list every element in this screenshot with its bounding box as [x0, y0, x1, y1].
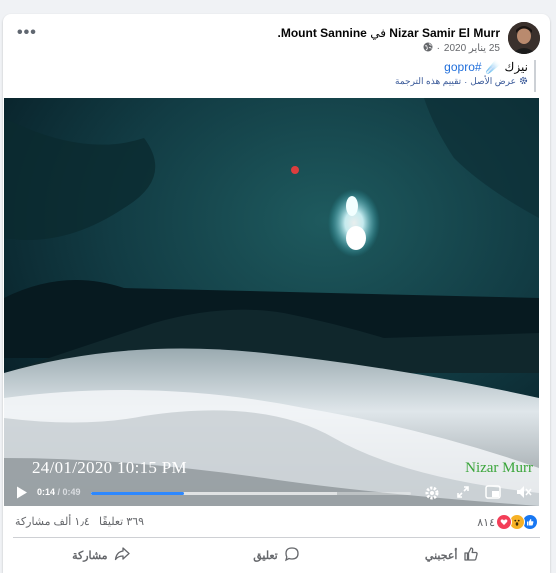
rate-translation-link[interactable]: تقييم هذه الترجمة	[395, 76, 461, 87]
comment-bubble-icon	[284, 546, 300, 565]
post-card: Nizar Samir El Murr في Mount Sannine. 25…	[3, 14, 550, 573]
hashtag-link[interactable]: #gopro	[444, 60, 481, 74]
video-player[interactable]: 24/01/2020 10:15 PM Nizar Murr 0:14 / 0:…	[4, 98, 539, 506]
post-title: Nizar Samir El Murr في Mount Sannine.	[278, 26, 500, 40]
like-label: أعجبني	[424, 549, 458, 562]
globe-icon	[423, 42, 433, 55]
love-reaction-icon	[496, 514, 512, 530]
comment-label: تعليق	[253, 549, 278, 562]
comment-button[interactable]: تعليق	[189, 540, 365, 570]
see-original-link[interactable]: عرض الأصل	[470, 76, 516, 87]
time-display: 0:14 / 0:49	[37, 487, 81, 497]
like-button[interactable]: أعجبني	[364, 540, 540, 570]
video-controls: 0:14 / 0:49	[4, 480, 539, 506]
timestamp-overlay: 24/01/2020 10:15 PM	[32, 458, 187, 477]
share-arrow-icon	[114, 546, 130, 565]
share-button[interactable]: مشاركة	[13, 540, 189, 570]
translation-row: عرض الأصل · تقييم هذه الترجمة	[395, 76, 528, 87]
video-frame	[4, 98, 539, 506]
separator: ·	[436, 43, 440, 54]
thumbs-up-icon	[463, 546, 479, 565]
post-actions: أعجبني تعليق مشاركة	[13, 540, 540, 570]
more-options-button[interactable]: •••	[17, 25, 37, 44]
engagement-stats: ٨١٤ ٣٦٩ تعليقًا ١٫٤ ألف مشاركة	[3, 510, 550, 534]
separator: ·	[464, 76, 468, 87]
shares-count[interactable]: ١٫٤ ألف مشاركة	[15, 516, 90, 528]
duration: 0:49	[62, 487, 81, 497]
progress-fill	[91, 492, 184, 495]
play-icon[interactable]	[16, 486, 28, 504]
progress-bar[interactable]	[91, 492, 411, 495]
volume-muted-icon[interactable]	[516, 485, 532, 504]
comet-icon: ☄️	[485, 60, 501, 74]
quote-bar	[534, 60, 536, 92]
picture-in-picture-icon[interactable]	[485, 485, 501, 504]
post-date[interactable]: 25 يناير 2020	[444, 43, 500, 54]
post-body: نيزك	[504, 60, 528, 74]
expand-icon[interactable]	[456, 485, 470, 504]
time-separator: /	[55, 487, 63, 497]
location-link[interactable]: Mount Sannine.	[278, 26, 367, 40]
watermark: Nizar Murr	[465, 460, 533, 476]
comments-count[interactable]: ٣٦٩ تعليقًا	[99, 516, 144, 528]
reaction-count: ٨١٤	[477, 516, 495, 529]
post-meta: 25 يناير 2020 ·	[423, 42, 500, 55]
settings-icon[interactable]	[424, 485, 440, 506]
location-prefix: في	[370, 26, 386, 40]
author-avatar[interactable]	[508, 22, 540, 54]
author-name[interactable]: Nizar Samir El Murr	[389, 26, 500, 40]
reactions-summary[interactable]: ٨١٤	[477, 514, 538, 530]
current-time: 0:14	[37, 487, 56, 497]
post-text: نيزك ☄️ #gopro	[444, 60, 528, 74]
settings-gear-icon[interactable]	[519, 76, 528, 87]
share-label: مشاركة	[72, 549, 108, 562]
comment-share-counts: ٣٦٩ تعليقًا ١٫٤ ألف مشاركة	[15, 515, 144, 528]
divider	[13, 537, 540, 538]
